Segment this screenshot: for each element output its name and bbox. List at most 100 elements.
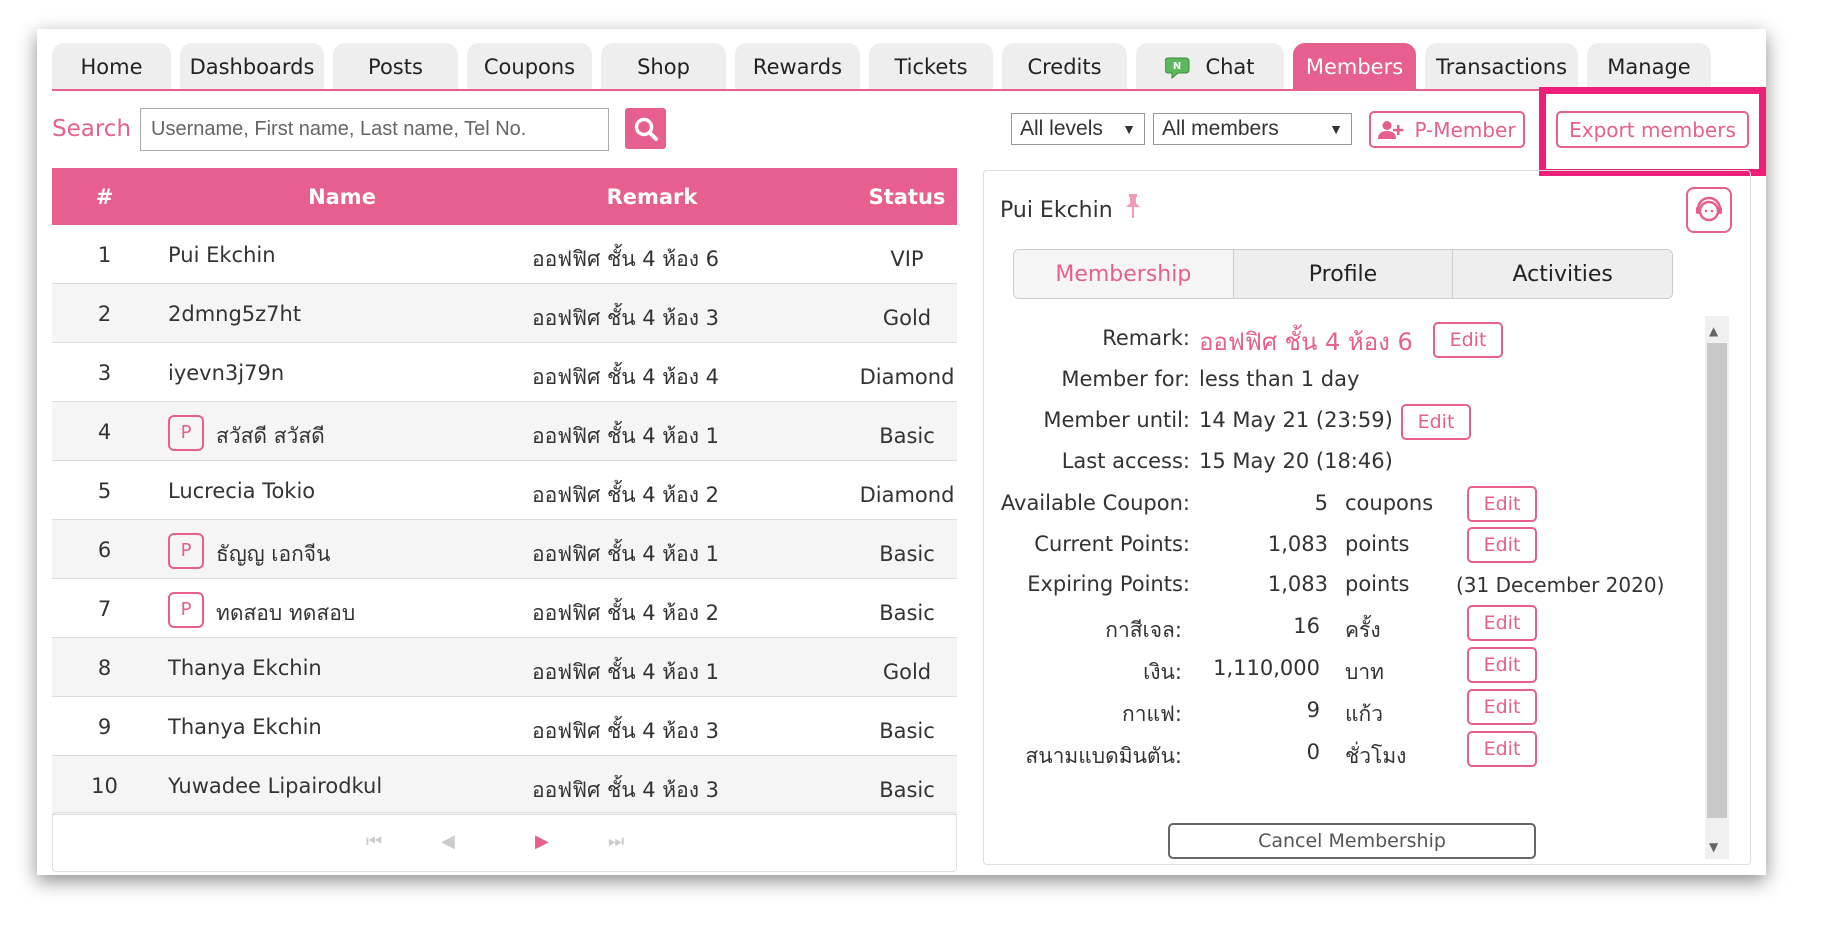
row-name: Thanya Ekchin (168, 715, 322, 739)
table-row[interactable]: 3 iyevn3j79n ออฟฟิศ ชั้น 4 ห้อง 4 Diamond (52, 343, 957, 402)
last-page-button[interactable]: ⏭ (608, 831, 624, 852)
row-name: P ทดสอบ ทดสอบ (168, 591, 356, 630)
row-number: 1 (97, 243, 112, 267)
row-name-text: Lucrecia Tokio (168, 479, 316, 503)
row-number: 3 (97, 361, 112, 385)
row-remark: ออฟฟิศ ชั้น 4 ห้อง 3 (532, 778, 720, 802)
row-number: 7 (97, 597, 112, 621)
edit-points-button[interactable]: Edit (1467, 527, 1537, 563)
table-row[interactable]: 1 Pui Ekchin ออฟฟิศ ชั้น 4 ห้อง 6 VIP (52, 225, 957, 284)
tab-dashboards[interactable]: Dashboards (180, 43, 324, 90)
tab-label: Transactions (1435, 54, 1568, 79)
row-name: iyevn3j79n (168, 361, 284, 385)
row-number: 10 (91, 774, 118, 798)
tab-rewards[interactable]: Rewards (735, 43, 860, 90)
points-label: Current Points: (1034, 532, 1190, 556)
table-row[interactable]: 4 P สวัสดี สวัสดี ออฟฟิศ ชั้น 4 ห้อง 1 Basic (52, 402, 957, 461)
subtab-label: Membership (1055, 261, 1192, 287)
first-page-button[interactable]: ⏮ (366, 831, 382, 852)
search-label: Search (52, 116, 132, 142)
detail-subtabs: Membership Profile Activities (1013, 249, 1673, 299)
points-unit: points (1345, 532, 1410, 556)
credit-value: 9 (1306, 698, 1320, 722)
tab-home[interactable]: Home (52, 43, 171, 90)
row-number: 6 (97, 538, 112, 562)
table-row[interactable]: 10 Yuwadee Lipairodkul ออฟฟิศ ชั้น 4 ห้อง … (52, 756, 957, 815)
tab-coupons[interactable]: Coupons (467, 43, 592, 90)
edit-credit-button[interactable]: Edit (1467, 689, 1537, 725)
tab-underline (52, 89, 1715, 91)
edit-member-until-button[interactable]: Edit (1401, 404, 1471, 440)
credit-label: เงิน: (1143, 660, 1182, 684)
table-row[interactable]: 8 Thanya Ekchin ออฟฟิศ ชั้น 4 ห้อง 1 Gold (52, 638, 957, 697)
edit-credit-button[interactable]: Edit (1467, 731, 1537, 767)
search-button[interactable] (625, 108, 666, 149)
tab-label: Coupons (483, 54, 576, 79)
member-name: Pui Ekchin (1000, 198, 1113, 223)
members-select[interactable]: All members ▼ (1153, 113, 1352, 145)
subtab-profile[interactable]: Profile (1233, 250, 1454, 298)
edit-credit-button[interactable]: Edit (1467, 647, 1537, 683)
tab-label: Chat (1205, 54, 1255, 79)
p-member-badge: P (168, 532, 204, 569)
tab-shop[interactable]: Shop (601, 43, 726, 90)
table-row[interactable]: 6 P ธัญญ เอกจีน ออฟฟิศ ชั้น 4 ห้อง 1 Basic (52, 520, 957, 579)
pagination: ⏮ ◀ ▶ ⏭ (52, 812, 957, 872)
scroll-up-icon[interactable]: ▲ (1709, 324, 1718, 338)
member-for-label: Member for: (1061, 367, 1190, 391)
coupon-label: Available Coupon: (1000, 491, 1190, 515)
credit-value: 0 (1306, 740, 1320, 764)
subtab-membership[interactable]: Membership (1014, 250, 1234, 298)
caret-down-icon: ▼ (1329, 121, 1343, 137)
tab-manage[interactable]: Manage (1587, 43, 1711, 90)
p-member-badge: P (168, 414, 204, 451)
table-row[interactable]: 2 2dmng5z7ht ออฟฟิศ ชั้น 4 ห้อง 3 Gold (52, 284, 957, 343)
table-row[interactable]: 9 Thanya Ekchin ออฟฟิศ ชั้น 4 ห้อง 3 Basic (52, 697, 957, 756)
tab-transactions[interactable]: Transactions (1425, 43, 1578, 90)
scroll-down-icon[interactable]: ▼ (1709, 840, 1718, 854)
level-select[interactable]: All levels ▼ (1011, 113, 1145, 145)
remark-value: ออฟฟิศ ชั้น 4 ห้อง 6 (1199, 328, 1413, 356)
next-page-button[interactable]: ▶ (535, 831, 549, 852)
p-member-button[interactable]: P-Member (1369, 111, 1525, 148)
tab-chat[interactable]: N Chat (1136, 43, 1284, 90)
subtab-label: Activities (1512, 261, 1613, 287)
row-name-text: ทดสอบ ทดสอบ (216, 601, 356, 625)
table-row[interactable]: 7 P ทดสอบ ทดสอบ ออฟฟิศ ชั้น 4 ห้อง 2 Basic (52, 579, 957, 638)
subtab-activities[interactable]: Activities (1453, 250, 1672, 298)
row-remark: ออฟฟิศ ชั้น 4 ห้อง 4 (532, 365, 720, 389)
tab-label: Dashboards (189, 54, 315, 79)
search-icon (634, 117, 658, 141)
row-number: 2 (97, 302, 112, 326)
search-input[interactable] (140, 108, 609, 151)
pin-icon[interactable] (1125, 194, 1141, 220)
members-select-value: All members (1162, 117, 1279, 140)
row-number: 5 (97, 479, 112, 503)
row-number: 9 (97, 715, 112, 739)
tab-label: Members (1305, 54, 1404, 79)
tab-posts[interactable]: Posts (333, 43, 458, 90)
expiring-value: 1,083 (1267, 572, 1328, 596)
tab-label: Shop (637, 54, 690, 79)
credit-unit: ครั้ง (1345, 618, 1381, 642)
row-name: Pui Ekchin (168, 243, 276, 267)
edit-credit-button[interactable]: Edit (1467, 605, 1537, 641)
edit-coupon-button[interactable]: Edit (1467, 486, 1537, 522)
support-button[interactable] (1686, 187, 1732, 233)
scrollbar-thumb[interactable] (1707, 343, 1727, 818)
members-table-header: # Name Remark Status (52, 168, 957, 225)
p-member-badge: P (168, 591, 204, 628)
prev-page-button[interactable]: ◀ (441, 831, 455, 852)
edit-remark-button[interactable]: Edit (1433, 322, 1503, 358)
expiring-date: (31 December 2020) (1456, 573, 1665, 597)
row-number: 4 (97, 420, 112, 444)
row-name: 2dmng5z7ht (168, 302, 301, 326)
tab-credits[interactable]: Credits (1002, 43, 1127, 90)
table-row[interactable]: 5 Lucrecia Tokio ออฟฟิศ ชั้น 4 ห้อง 2 Diamo… (52, 461, 957, 520)
cancel-membership-button[interactable]: Cancel Membership (1168, 823, 1536, 859)
tab-label: Posts (368, 54, 423, 79)
row-remark: ออฟฟิศ ชั้น 4 ห้อง 2 (532, 601, 720, 625)
tab-tickets[interactable]: Tickets (869, 43, 993, 90)
tab-members[interactable]: Members (1293, 43, 1416, 90)
members-table-body: 1 Pui Ekchin ออฟฟิศ ชั้น 4 ห้อง 6 VIP 2 2dmng… (52, 225, 957, 815)
